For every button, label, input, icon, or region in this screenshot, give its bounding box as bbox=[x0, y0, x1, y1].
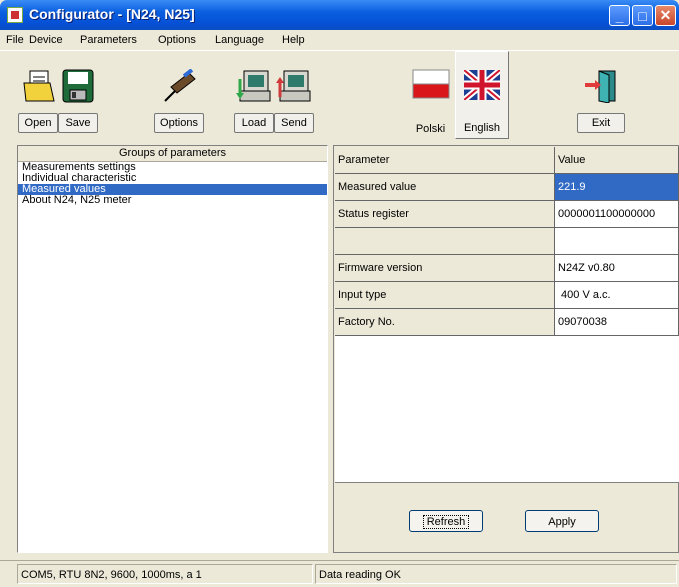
table-row: Measured value 221.9 bbox=[335, 173, 679, 201]
param-name: Measured value bbox=[335, 173, 555, 201]
polski-button[interactable]: Polski bbox=[408, 51, 453, 139]
parameters-grid: Parameter Value Measured value 221.9 Sta… bbox=[335, 147, 679, 483]
table-row bbox=[335, 227, 679, 255]
exit-button[interactable]: Exit bbox=[577, 51, 625, 139]
status-message: Data reading OK bbox=[315, 564, 677, 584]
load-computer-icon bbox=[236, 70, 271, 102]
cable-plug-icon bbox=[164, 69, 196, 102]
open-label: Open bbox=[18, 113, 58, 133]
toolbar: Open Save Options Load Send Polski Engli… bbox=[0, 51, 679, 141]
open-button[interactable]: Open bbox=[18, 51, 58, 139]
polish-flag-icon bbox=[412, 69, 449, 99]
title-bar[interactable]: Configurator - [N24, N25] _ □ ✕ bbox=[0, 0, 679, 30]
exit-label: Exit bbox=[577, 113, 625, 133]
load-button[interactable]: Load bbox=[234, 51, 274, 139]
english-button[interactable]: English bbox=[455, 51, 509, 139]
minimize-button[interactable]: _ bbox=[609, 5, 630, 26]
open-folder-icon bbox=[23, 70, 55, 102]
send-label: Send bbox=[274, 113, 314, 133]
group-item-about-meter[interactable]: About N24, N25 meter bbox=[18, 195, 327, 206]
parameters-panel: Parameter Value Measured value 221.9 Sta… bbox=[333, 145, 679, 553]
param-name: Factory No. bbox=[335, 308, 555, 336]
menu-device[interactable]: Device bbox=[29, 34, 63, 46]
table-row: Firmware version N24Z v0.80 bbox=[335, 254, 679, 282]
polski-label: Polski bbox=[415, 123, 446, 135]
save-label: Save bbox=[58, 113, 98, 133]
table-row: Status register 0000001100000000 bbox=[335, 200, 679, 228]
menu-parameters[interactable]: Parameters bbox=[80, 34, 137, 46]
apply-label: Apply bbox=[548, 516, 576, 528]
options-button[interactable]: Options bbox=[154, 51, 204, 139]
refresh-label: Refresh bbox=[422, 515, 470, 529]
param-value[interactable]: N24Z v0.80 bbox=[554, 254, 679, 282]
groups-header: Groups of parameters bbox=[18, 146, 327, 162]
options-label: Options bbox=[154, 113, 204, 133]
send-computer-icon bbox=[276, 70, 311, 102]
floppy-disk-icon bbox=[62, 69, 94, 103]
param-value[interactable] bbox=[554, 227, 679, 255]
param-value[interactable]: 09070038 bbox=[554, 308, 679, 336]
close-icon: ✕ bbox=[659, 7, 672, 23]
param-name: Input type bbox=[335, 281, 555, 309]
close-button[interactable]: ✕ bbox=[655, 5, 676, 26]
table-row: Factory No. 09070038 bbox=[335, 308, 679, 336]
menu-bar: File Device Parameters Options Language … bbox=[0, 30, 679, 51]
window-title: Configurator - [N24, N25] bbox=[29, 6, 195, 22]
minimize-icon: _ bbox=[615, 7, 624, 24]
param-name bbox=[335, 227, 555, 255]
english-label: English bbox=[463, 122, 501, 134]
status-bar: COM5, RTU 8N2, 9600, 1000ms, a 1 Data re… bbox=[0, 560, 679, 587]
param-value[interactable]: 221.9 bbox=[554, 173, 679, 201]
menu-language[interactable]: Language bbox=[215, 34, 264, 46]
maximize-button[interactable]: □ bbox=[632, 5, 653, 26]
app-icon bbox=[7, 7, 23, 23]
value-header: Value bbox=[554, 147, 679, 174]
param-name: Status register bbox=[335, 200, 555, 228]
param-name: Firmware version bbox=[335, 254, 555, 282]
refresh-button[interactable]: Refresh bbox=[409, 510, 483, 532]
send-button[interactable]: Send bbox=[274, 51, 314, 139]
menu-help[interactable]: Help bbox=[282, 34, 305, 46]
param-value[interactable]: 400 V a.c. bbox=[554, 281, 679, 309]
param-header: Parameter bbox=[335, 147, 555, 174]
save-button[interactable]: Save bbox=[58, 51, 98, 139]
menu-options[interactable]: Options bbox=[158, 34, 196, 46]
menu-file[interactable]: File bbox=[6, 34, 24, 46]
connection-status: COM5, RTU 8N2, 9600, 1000ms, a 1 bbox=[17, 564, 313, 584]
exit-door-icon bbox=[585, 70, 616, 103]
uk-flag-icon bbox=[464, 70, 500, 100]
apply-button[interactable]: Apply bbox=[525, 510, 599, 532]
load-label: Load bbox=[234, 113, 274, 133]
groups-panel: Groups of parameters Measurements settin… bbox=[17, 145, 328, 553]
table-row: Input type 400 V a.c. bbox=[335, 281, 679, 309]
maximize-icon: □ bbox=[638, 7, 647, 24]
param-value[interactable]: 0000001100000000 bbox=[554, 200, 679, 228]
